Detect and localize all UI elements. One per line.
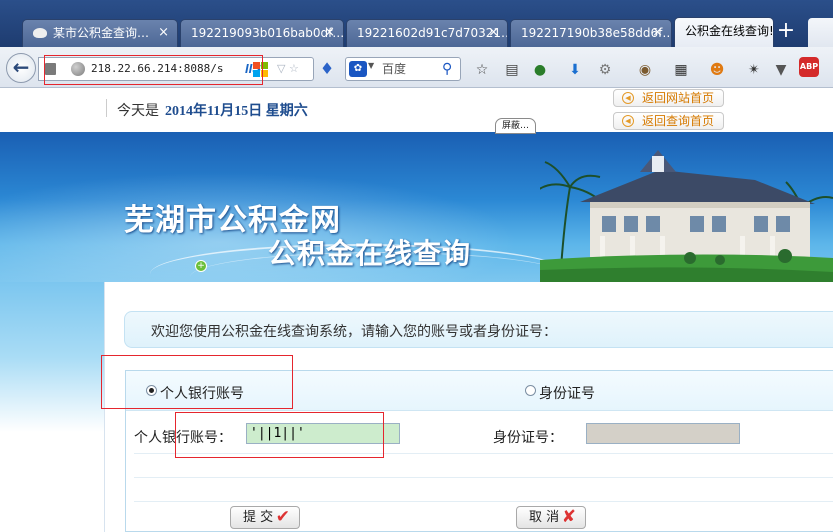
date-prefix: 今天是 (117, 104, 159, 119)
tab-4[interactable]: 192217190b38e58dd6f… × (510, 19, 672, 47)
url-highlight-box (44, 55, 263, 85)
qrcode-icon[interactable]: ▦ (672, 61, 690, 79)
radio-account-label[interactable]: 个人银行账号 (160, 383, 244, 403)
search-icon[interactable]: ⚲ (442, 60, 458, 78)
checkmark-icon: ✔ (275, 507, 290, 527)
account-label: 个人银行账号： (134, 430, 232, 446)
back-arrow-icon: ◀ (622, 115, 634, 127)
adblock-icon[interactable]: ABP (799, 57, 819, 77)
welcome-box: 欢迎您使用公积金在线查询系统，请输入您的账号或者身份证号： (124, 311, 833, 348)
bookmark-icon[interactable]: ♦ (318, 60, 336, 78)
back-to-query-home-link[interactable]: ◀ 返回查询首页 (613, 112, 724, 130)
back-arrow-icon: ← (12, 55, 30, 79)
back-to-query-home-label: 返回查询首页 (642, 114, 715, 128)
back-to-site-home-label: 返回网站首页 (642, 91, 715, 105)
tab-2-label: 192219093b016bab0df… (191, 26, 344, 40)
divider (106, 99, 107, 117)
search-box[interactable]: ✿ ▼ 百度 ⚲ (345, 57, 461, 81)
submit-label: 提 交 (243, 510, 274, 525)
dropdown-arrows-icon[interactable]: ▽ ☆ (277, 61, 299, 77)
date-value: 2014年11月15日 星期六 (165, 104, 308, 119)
divider (134, 501, 833, 502)
tab-3[interactable]: 19221602d91c7d70321… × (346, 19, 508, 47)
palette-icon[interactable]: ◉ (636, 61, 654, 79)
left-gradient (0, 282, 104, 532)
reader-icon[interactable]: ▤ (503, 61, 521, 79)
id-input[interactable] (586, 423, 740, 444)
house-illustration (540, 150, 833, 282)
tab-active-label: 公积金在线查询! (685, 24, 774, 38)
plus-icon: + (195, 260, 207, 272)
close-icon[interactable]: × (652, 20, 663, 46)
settings-icon[interactable]: ⚙ (596, 61, 614, 79)
header-banner: 芜湖市公积金网 公积金在线查询 + (0, 132, 833, 282)
back-button[interactable]: ← (6, 53, 36, 83)
tab-2[interactable]: 192219093b016bab0df… × (180, 19, 344, 47)
back-arrow-icon: ◀ (622, 92, 634, 104)
tab-4-label: 192217190b38e58dd6f… (521, 26, 672, 40)
divider (134, 453, 833, 454)
id-label: 身份证号： (493, 430, 563, 446)
radio-account[interactable] (146, 385, 157, 396)
tab-strip: 某市公积金查询… × 192219093b016bab0df… × 192216… (0, 0, 833, 47)
close-icon[interactable]: × (488, 20, 499, 46)
close-icon[interactable]: × (324, 20, 335, 46)
cross-icon: ✘ (561, 507, 576, 527)
radio-id[interactable] (525, 385, 536, 396)
star-icon[interactable]: ☆ (473, 61, 491, 79)
download-icon[interactable]: ⬇ (566, 61, 584, 79)
chevron-down-icon[interactable]: ▼ (368, 61, 374, 70)
tab-list-button[interactable] (808, 18, 833, 47)
addon-icon[interactable]: ☻ (708, 61, 726, 79)
cancel-label: 取 消 (529, 510, 560, 525)
tab-1-label: 某市公积金查询… (53, 26, 150, 40)
banner-subtitle: 公积金在线查询 (268, 237, 472, 270)
screen-tab[interactable]: 屏蔽… (495, 118, 536, 134)
back-to-site-home-link[interactable]: ◀ 返回网站首页 (613, 89, 724, 107)
green-ball-icon[interactable]: ● (531, 61, 549, 79)
welcome-text: 欢迎您使用公积金在线查询系统，请输入您的账号或者身份证号： (151, 324, 557, 340)
divider (134, 477, 833, 478)
close-icon[interactable]: × (158, 20, 169, 46)
tab-1[interactable]: 某市公积金查询… × (22, 19, 178, 47)
submit-button[interactable]: 提 交 ✔ (230, 506, 300, 529)
new-tab-button[interactable]: + (774, 20, 798, 44)
menu-chevron-icon[interactable]: ▼ (772, 61, 790, 79)
cloud-icon (33, 27, 47, 38)
bug-icon[interactable]: ✴ (745, 61, 763, 79)
query-type-row: 个人银行账号 身份证号 (126, 371, 833, 411)
tab-3-label: 19221602d91c7d70321… (357, 26, 508, 40)
cancel-button[interactable]: 取 消 ✘ (516, 506, 586, 529)
search-engine-label[interactable]: 百度 (382, 60, 406, 78)
account-input[interactable]: '||1||' (246, 423, 400, 444)
tab-active[interactable]: 公积金在线查询! (674, 17, 774, 47)
baidu-paw-icon[interactable]: ✿ (349, 61, 367, 77)
radio-id-label[interactable]: 身份证号 (539, 383, 595, 403)
date-line: 今天是 2014年11月15日 星期六 (117, 100, 308, 120)
